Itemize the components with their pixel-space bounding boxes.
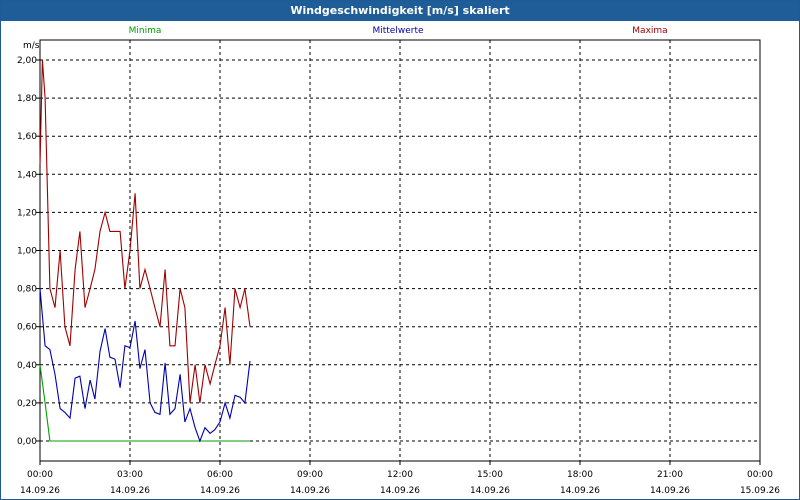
x-tick-time: 00:00 (747, 470, 773, 480)
x-tick-date: 14.09.26 (560, 486, 600, 496)
x-tick-time: 03:00 (117, 470, 143, 480)
legend-item-minima: Minima (129, 26, 162, 36)
y-tick-label: 1,80 (17, 94, 37, 104)
y-tick-label: 1,20 (17, 208, 37, 218)
y-tick-label: 0,00 (17, 437, 37, 447)
legend-item-maxima: Maxima (632, 26, 667, 36)
wind-speed-chart: Minima Mittelwerte Maxima m/s 0,00 0,20 0,40… (17, 26, 780, 496)
y-axis: 0,00 0,20 0,40 0,60 0,80 1,00 1,20 1,40 1,60 1,80… (17, 56, 40, 447)
x-tick-date: 14.09.26 (290, 486, 330, 496)
x-tick-time: 00:00 (27, 470, 53, 480)
y-tick-label: 1,40 (17, 170, 37, 180)
x-axis: 00:00 14.09.26 03:00 14.09.26 06:00 14.09.26 0… (20, 461, 780, 496)
x-tick-date: 14.09.26 (380, 486, 420, 496)
x-tick-date: 14.09.26 (650, 486, 690, 496)
x-tick-time: 12:00 (387, 470, 413, 480)
legend-item-mittelwerte: Mittelwerte (372, 26, 423, 36)
x-tick-time: 06:00 (207, 470, 233, 480)
x-tick-date: 14.09.26 (20, 486, 60, 496)
y-tick-label: 1,00 (17, 247, 37, 257)
y-tick-label: 2,00 (17, 56, 37, 66)
y-axis-label: m/s (23, 41, 40, 51)
x-tick-time: 09:00 (297, 470, 323, 480)
y-tick-label: 0,60 (17, 323, 37, 333)
legend: Minima Mittelwerte Maxima (129, 26, 668, 36)
grid (40, 40, 760, 461)
x-tick-date: 14.09.26 (200, 486, 240, 496)
x-tick-time: 21:00 (657, 470, 683, 480)
x-tick-date: 14.09.26 (470, 486, 510, 496)
y-tick-label: 1,60 (17, 132, 37, 142)
x-tick-date: 14.09.26 (110, 486, 150, 496)
x-tick-time: 18:00 (567, 470, 593, 480)
y-tick-label: 0,40 (17, 361, 37, 371)
y-tick-label: 0,80 (17, 285, 37, 295)
y-tick-label: 0,20 (17, 399, 37, 409)
x-tick-date: 15.09.26 (740, 486, 780, 496)
x-tick-time: 15:00 (477, 470, 503, 480)
